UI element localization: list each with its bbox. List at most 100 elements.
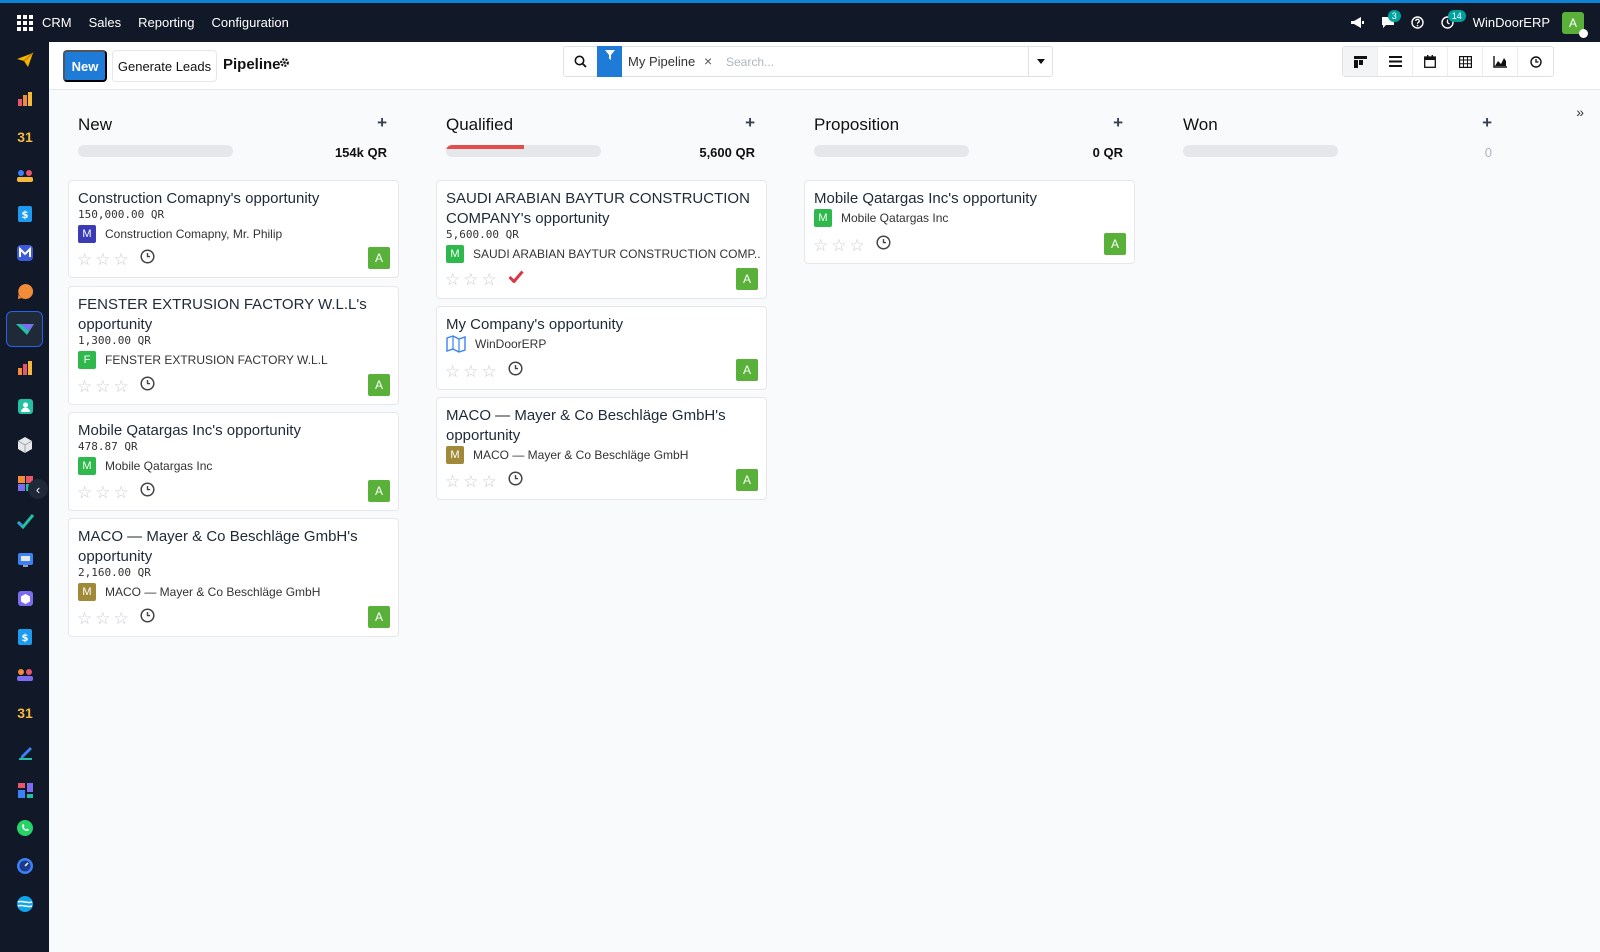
- opportunity-card[interactable]: Construction Comapny's opportunity 150,00…: [68, 180, 399, 278]
- kanban-view-icon[interactable]: [1343, 47, 1378, 76]
- contacts-app-icon[interactable]: [13, 164, 37, 188]
- priority-star-icon[interactable]: ☆: [77, 610, 92, 627]
- email-marketing-app-icon[interactable]: [13, 241, 37, 265]
- priority-star-icon[interactable]: ☆: [445, 271, 460, 288]
- list-view-icon[interactable]: [1378, 47, 1413, 76]
- column-progress-bar[interactable]: [78, 145, 233, 157]
- help-icon[interactable]: [1403, 8, 1433, 38]
- graph-view-icon[interactable]: [1483, 47, 1518, 76]
- priority-star-icon[interactable]: ☆: [813, 237, 828, 254]
- generate-leads-button[interactable]: Generate Leads: [112, 50, 217, 82]
- activity-clock-icon[interactable]: [876, 235, 891, 255]
- activity-done-check-icon[interactable]: [508, 270, 524, 288]
- priority-star-icon[interactable]: ☆: [482, 271, 497, 288]
- priority-star-icon[interactable]: ☆: [77, 251, 92, 268]
- opportunity-card[interactable]: MACO — Mayer & Co Beschläge GmbH's oppor…: [68, 518, 399, 637]
- megaphone-icon[interactable]: [1343, 8, 1373, 38]
- column-progress-bar[interactable]: [446, 145, 601, 157]
- activities-clock-icon[interactable]: 14: [1433, 8, 1466, 38]
- assignee-avatar[interactable]: A: [736, 469, 758, 491]
- dashboards-app-icon[interactable]: [13, 778, 37, 802]
- priority-star-icon[interactable]: ☆: [463, 473, 478, 490]
- elearning-app-icon[interactable]: [13, 548, 37, 572]
- priority-star-icon[interactable]: ☆: [463, 271, 478, 288]
- menu-sales[interactable]: Sales: [89, 15, 122, 30]
- assignee-avatar[interactable]: A: [368, 374, 390, 396]
- priority-star-icon[interactable]: ☆: [114, 484, 129, 501]
- assignee-avatar[interactable]: A: [1104, 233, 1126, 255]
- accounting-app-icon[interactable]: $: [13, 625, 37, 649]
- quick-create-plus-icon[interactable]: +: [1113, 113, 1123, 133]
- opportunity-card[interactable]: MACO — Mayer & Co Beschläge GmbH's oppor…: [436, 397, 767, 500]
- activity-clock-icon[interactable]: [140, 249, 155, 269]
- sign-app-icon[interactable]: [13, 740, 37, 764]
- pivot-view-icon[interactable]: [1448, 47, 1483, 76]
- priority-star-icon[interactable]: ☆: [445, 363, 460, 380]
- messages-icon[interactable]: 3: [1373, 8, 1403, 38]
- activity-clock-icon[interactable]: [508, 361, 523, 381]
- column-title[interactable]: Qualified: [446, 115, 513, 135]
- column-title[interactable]: Won: [1183, 115, 1218, 135]
- priority-star-icon[interactable]: ☆: [77, 378, 92, 395]
- opportunity-card[interactable]: My Company's opportunity WinDoorERP ☆ ☆ ☆ A: [436, 306, 767, 390]
- company-switcher[interactable]: WinDoorERP: [1473, 15, 1550, 30]
- quick-create-plus-icon[interactable]: +: [377, 113, 387, 133]
- website-app-icon[interactable]: [13, 892, 37, 916]
- priority-star-icon[interactable]: ☆: [95, 378, 110, 395]
- user-avatar[interactable]: A: [1562, 11, 1588, 38]
- calendar-31-second-icon[interactable]: 31: [13, 701, 37, 725]
- quick-create-plus-icon[interactable]: +: [745, 113, 755, 133]
- priority-star-icon[interactable]: ☆: [95, 251, 110, 268]
- inventory-app-icon[interactable]: [13, 433, 37, 457]
- sidebar-collapse-chevron-icon[interactable]: ‹: [28, 479, 48, 499]
- timer-app-icon[interactable]: [13, 854, 37, 878]
- column-progress-bar[interactable]: [814, 145, 969, 157]
- priority-star-icon[interactable]: ☆: [831, 237, 846, 254]
- activity-clock-icon[interactable]: [140, 376, 155, 396]
- priority-star-icon[interactable]: ☆: [114, 378, 129, 395]
- column-title[interactable]: New: [78, 115, 112, 135]
- activity-clock-icon[interactable]: [140, 482, 155, 502]
- assignee-avatar[interactable]: A: [368, 247, 390, 269]
- assignee-avatar[interactable]: A: [368, 606, 390, 628]
- crm-app-icon[interactable]: [6, 311, 43, 347]
- livechat-app-icon[interactable]: [13, 279, 37, 303]
- assignee-avatar[interactable]: A: [368, 480, 390, 502]
- priority-star-icon[interactable]: ☆: [463, 363, 478, 380]
- priority-star-icon[interactable]: ☆: [114, 610, 129, 627]
- menu-reporting[interactable]: Reporting: [138, 15, 194, 30]
- sales-app-icon[interactable]: [13, 356, 37, 380]
- apps-menu-icon[interactable]: [17, 14, 33, 31]
- opportunity-card[interactable]: Mobile Qatargas Inc's opportunity 478.87 …: [68, 412, 399, 511]
- priority-star-icon[interactable]: ☆: [850, 237, 865, 254]
- search-input[interactable]: [726, 51, 1026, 73]
- gear-icon[interactable]: [279, 56, 290, 71]
- opportunity-card[interactable]: FENSTER EXTRUSION FACTORY W.L.L's opport…: [68, 286, 399, 405]
- assignee-avatar[interactable]: A: [736, 268, 758, 290]
- calendar-view-icon[interactable]: [1413, 47, 1448, 76]
- remove-facet-close-icon[interactable]: ×: [704, 53, 712, 69]
- dashboard-app-icon[interactable]: [13, 87, 37, 111]
- priority-star-icon[interactable]: ☆: [445, 473, 460, 490]
- priority-star-icon[interactable]: ☆: [482, 363, 497, 380]
- quick-create-plus-icon[interactable]: +: [1482, 113, 1492, 133]
- search-icon[interactable]: [564, 47, 596, 76]
- invoicing-app-icon[interactable]: $: [13, 202, 37, 226]
- new-button[interactable]: New: [63, 50, 107, 82]
- priority-star-icon[interactable]: ☆: [114, 251, 129, 268]
- priority-star-icon[interactable]: ☆: [77, 484, 92, 501]
- fold-columns-chevrons-icon[interactable]: »: [1576, 104, 1584, 120]
- team-app-icon[interactable]: [13, 663, 37, 687]
- activity-view-clock-icon[interactable]: [1518, 47, 1553, 76]
- opportunity-card[interactable]: SAUDI ARABIAN BAYTUR CONSTRUCTION COMPAN…: [436, 180, 767, 299]
- menu-configuration[interactable]: Configuration: [212, 15, 289, 30]
- opportunity-card[interactable]: Mobile Qatargas Inc's opportunity M Mobile…: [804, 180, 1135, 264]
- whatsapp-icon[interactable]: [13, 816, 37, 840]
- column-progress-bar[interactable]: [1183, 145, 1338, 157]
- employees-app-icon[interactable]: [13, 394, 37, 418]
- discuss-app-icon[interactable]: [13, 48, 37, 72]
- app-name[interactable]: CRM: [42, 15, 72, 30]
- calendar-31-icon[interactable]: 31: [13, 125, 37, 149]
- priority-star-icon[interactable]: ☆: [95, 610, 110, 627]
- manufacturing-app-icon[interactable]: [13, 586, 37, 610]
